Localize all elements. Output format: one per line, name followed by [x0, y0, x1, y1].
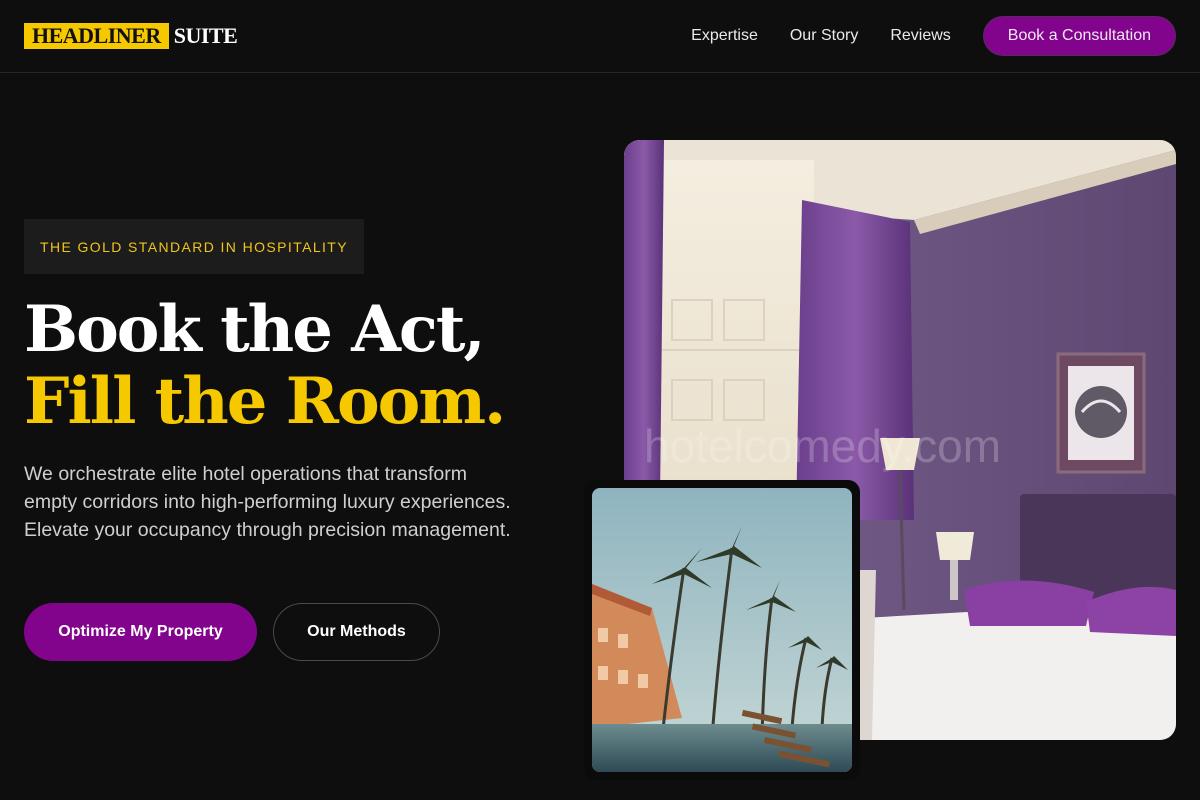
brand-logo[interactable]: HEADLINER SUITE	[24, 23, 238, 49]
nav-link-reviews[interactable]: Reviews	[890, 27, 950, 45]
hero-title-line-2: Fill the Room.	[24, 364, 506, 439]
watermark-text: hotelcomedy.com	[644, 420, 1001, 472]
nav-link-expertise[interactable]: Expertise	[691, 27, 758, 45]
resort-pool-image	[592, 488, 852, 772]
nav-links: Expertise Our Story Reviews Book a Consu…	[691, 16, 1176, 56]
hero-eyebrow: THE GOLD STANDARD IN HOSPITALITY	[24, 219, 364, 274]
hero-title: Book the Act, Fill the Room.	[24, 292, 506, 439]
nav-link-our-story[interactable]: Our Story	[790, 27, 858, 45]
hero-description: We orchestrate elite hotel operations th…	[24, 463, 511, 541]
logo-suite: SUITE	[173, 23, 238, 48]
hero-title-line-1: Book the Act,	[24, 292, 486, 367]
optimize-property-button[interactable]: Optimize My Property	[24, 603, 257, 661]
logo-headliner: HEADLINER	[24, 23, 169, 49]
book-consultation-button[interactable]: Book a Consultation	[982, 16, 1176, 56]
pool-image-frame	[584, 480, 860, 780]
our-methods-button[interactable]: Our Methods	[273, 603, 440, 661]
top-navigation: HEADLINER SUITE Expertise Our Story Revi…	[0, 0, 1200, 73]
